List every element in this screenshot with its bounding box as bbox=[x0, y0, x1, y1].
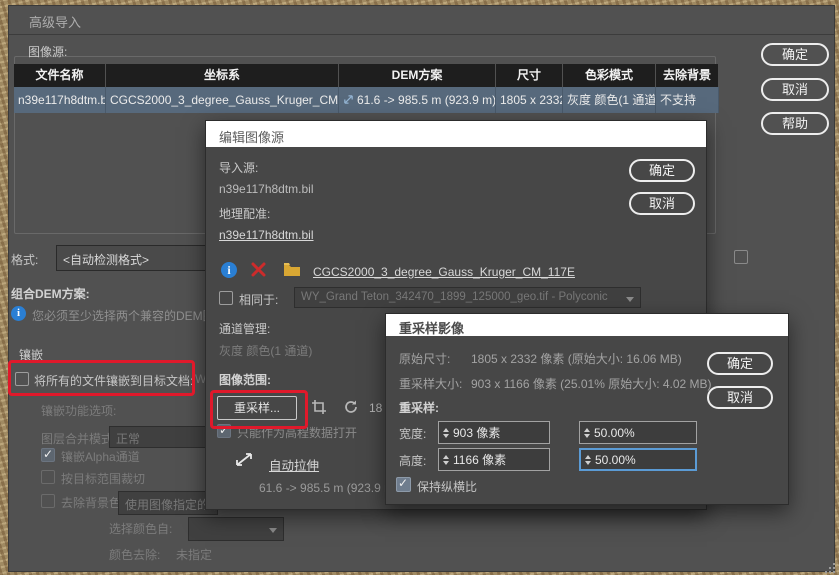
chevron-down-icon bbox=[269, 528, 277, 533]
ok-button[interactable]: 确定 bbox=[761, 43, 829, 66]
combine-dem-label: 组合DEM方案: bbox=[11, 285, 90, 302]
crs-link[interactable]: CGCS2000_3_degree_Gauss_Kruger_CM_117E bbox=[313, 265, 575, 279]
keep-aspect-label[interactable]: 保持纵横比 bbox=[417, 478, 477, 495]
height-pixels-field[interactable]: 1166 像素 bbox=[438, 448, 550, 471]
edit-ok-button[interactable]: 确定 bbox=[629, 159, 695, 182]
mosaic-alpha-checkbox bbox=[41, 448, 55, 462]
column-header-removebg[interactable]: 去除背景 bbox=[656, 64, 719, 87]
remove-bg-color-checkbox bbox=[41, 494, 55, 508]
crop-icon[interactable] bbox=[311, 399, 327, 415]
crop-to-target-checkbox bbox=[41, 470, 55, 484]
resample-section-label: 重采样: bbox=[399, 399, 439, 416]
title-separator bbox=[9, 34, 834, 35]
height-percent-field[interactable]: 50.00% bbox=[579, 448, 697, 471]
resampled-size-value: 903 x 1166 像素 (25.01% 原始大小: 4.02 MB) bbox=[471, 375, 712, 392]
open-folder-icon[interactable] bbox=[283, 262, 301, 277]
pick-color-dropdown bbox=[188, 517, 284, 541]
table-row-cell-removebg[interactable]: 不支持 bbox=[656, 87, 719, 113]
extent-truncated-text: 18 bbox=[369, 401, 382, 415]
blend-mode-label: 图层合并模式: bbox=[41, 430, 116, 447]
color-removed-value: 未指定 bbox=[176, 546, 212, 563]
chevron-down-icon bbox=[626, 297, 634, 302]
channel-label: 通道管理: bbox=[219, 320, 270, 337]
spinner-arrows-icon[interactable] bbox=[439, 428, 453, 438]
crs-info-icon[interactable]: i bbox=[221, 262, 237, 278]
resampled-size-label: 重采样大小: bbox=[399, 375, 462, 392]
help-button[interactable]: 帮助 bbox=[761, 112, 829, 135]
mosaic-options-label: 镶嵌功能选项: bbox=[41, 402, 116, 419]
resample-image-dialog: 重采样影像 原始尺寸: 1805 x 2332 像素 (原始大小: 16.06 … bbox=[385, 313, 789, 505]
same-as-label[interactable]: 相同于: bbox=[239, 291, 278, 308]
auto-stretch-icon bbox=[234, 451, 254, 468]
elevation-range-text: 61.6 -> 985.5 m (923.9 m bbox=[259, 481, 387, 495]
column-header-colormode[interactable]: 色彩模式 bbox=[563, 64, 656, 87]
stretch-arrow-icon bbox=[343, 94, 354, 105]
table-row-cell-size[interactable]: 1805 x 2332 bbox=[496, 87, 563, 113]
resample-cancel-button[interactable]: 取消 bbox=[707, 386, 773, 409]
original-size-label: 原始尺寸: bbox=[399, 350, 450, 367]
resample-dialog-title: 重采样影像 bbox=[399, 318, 464, 337]
width-pixels-field[interactable]: 903 像素 bbox=[438, 421, 550, 444]
resize-grip[interactable] bbox=[825, 571, 827, 573]
same-as-dropdown: WY_Grand Teton_342470_1899_125000_geo.ti… bbox=[294, 287, 641, 308]
resample-ok-button[interactable]: 确定 bbox=[707, 352, 773, 375]
spinner-arrows-icon[interactable] bbox=[581, 455, 595, 465]
import-source-label: 导入源: bbox=[219, 159, 258, 176]
mosaic-alpha-label: 镶嵌Alpha通道 bbox=[61, 448, 140, 465]
height-label: 高度: bbox=[399, 452, 426, 469]
width-percent-field[interactable]: 50.00% bbox=[579, 421, 697, 444]
import-source-value: n39e117h8dtm.bil bbox=[219, 182, 314, 196]
column-header-filename[interactable]: 文件名称 bbox=[14, 64, 106, 87]
keep-aspect-checkbox[interactable] bbox=[396, 477, 411, 492]
combine-dem-info-text: 您必须至少选择两个兼容的DEM图像 bbox=[32, 307, 227, 324]
auto-stretch-link[interactable]: 自动拉伸 bbox=[269, 455, 319, 474]
delete-crs-icon[interactable] bbox=[250, 261, 267, 278]
column-header-dem[interactable]: DEM方案 bbox=[339, 64, 496, 87]
same-as-checkbox[interactable] bbox=[219, 291, 233, 305]
cancel-button[interactable]: 取消 bbox=[761, 78, 829, 101]
width-label: 宽度: bbox=[399, 425, 426, 442]
column-header-size[interactable]: 尺寸 bbox=[496, 64, 563, 87]
table-row-cell-colormode[interactable]: 灰度 颜色(1 通道) bbox=[563, 87, 656, 113]
pick-color-label: 选择颜色自: bbox=[109, 520, 172, 537]
edit-dialog-title: 编辑图像源 bbox=[219, 127, 284, 146]
column-header-crs[interactable]: 坐标系 bbox=[106, 64, 339, 87]
channel-value: 灰度 颜色(1 通道) bbox=[219, 342, 312, 359]
format-label: 格式: bbox=[11, 251, 38, 268]
spinner-arrows-icon[interactable] bbox=[439, 455, 453, 465]
table-row-cell-dem[interactable]: 61.6 -> 985.5 m (923.9 m) bbox=[339, 87, 496, 113]
georef-label: 地理配准: bbox=[219, 205, 270, 222]
annotation-resample-button-highlight bbox=[210, 390, 308, 429]
dialog-title: 高级导入 bbox=[29, 12, 81, 31]
format-option-checkbox-2[interactable] bbox=[734, 250, 748, 264]
color-removed-label: 颜色去除: bbox=[109, 546, 160, 563]
remove-bg-color-dropdown: 使用图像指定的颜 bbox=[118, 491, 218, 515]
table-row-cell-crs[interactable]: CGCS2000_3_degree_Gauss_Kruger_CM_117E bbox=[106, 87, 339, 113]
extent-label: 图像范围: bbox=[219, 371, 271, 388]
annotation-mosaic-all-highlight bbox=[8, 360, 195, 396]
georef-file-link[interactable]: n39e117h8dtm.bil bbox=[219, 228, 314, 242]
crop-to-target-label: 按目标范围裁切 bbox=[61, 470, 145, 487]
refresh-icon[interactable] bbox=[343, 399, 359, 415]
original-size-value: 1805 x 2332 像素 (原始大小: 16.06 MB) bbox=[471, 350, 682, 367]
remove-bg-color-label: 去除背景色: bbox=[61, 494, 124, 511]
table-row-cell-filename[interactable]: n39e117h8dtm.bil bbox=[14, 87, 106, 113]
edit-cancel-button[interactable]: 取消 bbox=[629, 192, 695, 215]
info-icon: i bbox=[11, 306, 26, 321]
blend-mode-dropdown: 正常 bbox=[109, 426, 214, 448]
spinner-arrows-icon[interactable] bbox=[580, 428, 594, 438]
